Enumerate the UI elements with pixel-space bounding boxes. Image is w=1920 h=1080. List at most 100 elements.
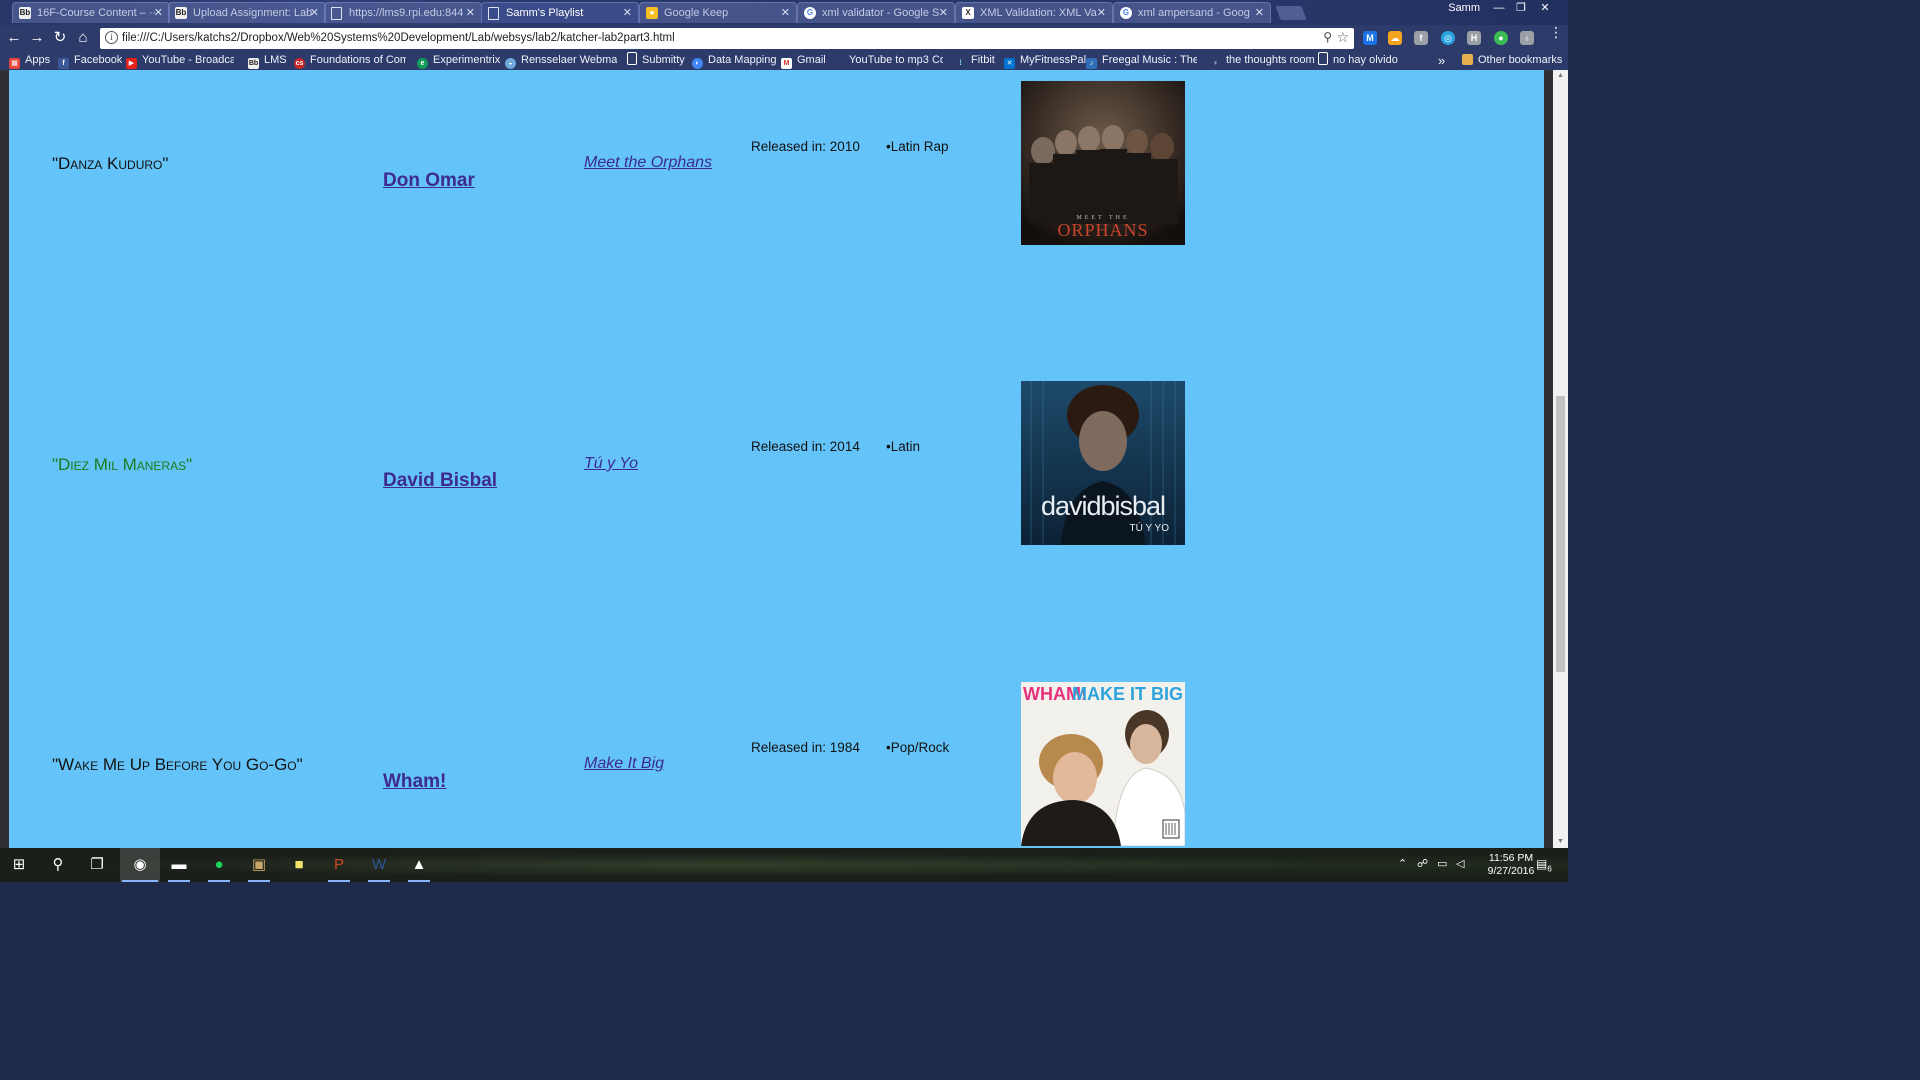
- album-link[interactable]: Meet the Orphans: [584, 154, 712, 172]
- facebook-icon: f: [58, 58, 69, 69]
- extension-cloud-icon[interactable]: ☁: [1388, 31, 1402, 45]
- bookmark-youtube-mp3[interactable]: YouTube to mp3 Con: [833, 52, 943, 70]
- notifications-icon[interactable]: ▤6: [1536, 857, 1552, 873]
- word-icon[interactable]: W: [366, 852, 392, 882]
- close-icon[interactable]: ✕: [781, 3, 790, 23]
- bookmark-apps[interactable]: ▦ Apps: [9, 52, 50, 70]
- bookmark-youtube[interactable]: ▶YouTube - Broadcast: [126, 52, 234, 70]
- url-text[interactable]: file:///C:/Users/katchs2/Dropbox/Web%20S…: [122, 28, 675, 49]
- blackboard-icon: Bb: [248, 58, 259, 69]
- extension-facebook-icon[interactable]: f: [1414, 31, 1428, 45]
- taskbar: ⊞ ⚲ ❐ ◉ ▬ ● ▣ ■ P W ▲: [0, 848, 1568, 882]
- bookmark-myfitnesspal[interactable]: ✕ MyFitnessPal: [1004, 52, 1086, 70]
- release-year: Released in: 1984: [751, 740, 860, 755]
- apps-grid-icon: ▦: [9, 58, 20, 69]
- bookmark-freegal[interactable]: ♪Freegal Music : The N: [1086, 52, 1197, 70]
- bookmark-gmail[interactable]: M Gmail: [781, 52, 826, 70]
- battery-icon[interactable]: ▭: [1437, 857, 1447, 870]
- close-icon[interactable]: ✕: [939, 3, 948, 23]
- extension-m-icon[interactable]: M: [1363, 31, 1377, 45]
- minimize-icon[interactable]: —: [1487, 0, 1511, 20]
- bookmark-star-icon[interactable]: ☆: [1336, 29, 1349, 46]
- tab-title: XML Validation: XML Va: [980, 7, 1097, 19]
- extension-globe-icon[interactable]: ◎: [1441, 31, 1455, 45]
- close-icon[interactable]: ✕: [1097, 3, 1106, 23]
- extension-bulb-icon[interactable]: ♁: [1520, 31, 1534, 45]
- network-icon[interactable]: ☍: [1417, 857, 1428, 870]
- task-view-icon[interactable]: ❐: [84, 852, 110, 878]
- bookmark-webmail[interactable]: ◒ Rensselaer Webmail: [505, 52, 617, 70]
- info-icon[interactable]: i: [105, 31, 118, 44]
- tab-title: xml validator - Google S: [822, 7, 940, 19]
- tab-lms[interactable]: https://lms9.rpi.edu:844 ✕: [324, 2, 482, 23]
- document-icon: [331, 7, 342, 20]
- document-icon: [627, 52, 637, 65]
- taskbar-clock[interactable]: 11:56 PM 9/27/2016: [1484, 852, 1538, 878]
- volume-icon[interactable]: ◁: [1456, 857, 1464, 870]
- close-icon[interactable]: ✕: [623, 3, 632, 23]
- bookmark-experimentrix[interactable]: e Experimentrix: [417, 52, 500, 70]
- album-link[interactable]: Make It Big: [584, 755, 664, 773]
- search-icon[interactable]: ⚲: [45, 852, 71, 878]
- photos-icon[interactable]: ▲: [406, 852, 432, 882]
- artist-link[interactable]: David Bisbal: [383, 470, 497, 492]
- bookmarks-overflow-icon[interactable]: »: [1438, 52, 1445, 70]
- tab-samms-playlist[interactable]: Samm's Playlist ✕: [481, 2, 639, 23]
- google-icon: G: [1120, 7, 1132, 19]
- sticky-notes-icon[interactable]: ■: [286, 852, 312, 878]
- close-icon[interactable]: ✕: [1255, 3, 1264, 23]
- close-window-icon[interactable]: ✕: [1533, 0, 1557, 20]
- tab-xml-validation[interactable]: X XML Validation: XML Va ✕: [955, 2, 1113, 23]
- scroll-down-icon[interactable]: ▼: [1556, 838, 1565, 845]
- tab-strip: Bb 16F-Course Content – ·· ✕ Bb Upload A…: [0, 0, 1568, 25]
- other-bookmarks[interactable]: Other bookmarks: [1462, 52, 1562, 70]
- address-bar[interactable]: i file:///C:/Users/katchs2/Dropbox/Web%2…: [100, 28, 1354, 49]
- new-tab-button[interactable]: [1275, 6, 1307, 20]
- bookmark-lms[interactable]: Bb LMS: [248, 52, 287, 70]
- powerpoint-icon[interactable]: P: [326, 852, 352, 882]
- album-link[interactable]: Tú y Yo: [584, 455, 638, 473]
- close-icon[interactable]: ✕: [466, 3, 475, 23]
- tab-upload-assignment[interactable]: Bb Upload Assignment: Lab ✕: [168, 2, 326, 23]
- tab-xml-validator[interactable]: G xml validator - Google S ✕: [797, 2, 955, 23]
- myfitnesspal-icon: ✕: [1004, 58, 1015, 69]
- bookmarks-bar: ▦Apps fFacebook ▶YouTube - Broadcast BbL…: [0, 52, 1568, 70]
- app-icon[interactable]: ▣: [246, 852, 272, 882]
- youtube-icon: ▶: [126, 58, 137, 69]
- scroll-up-icon[interactable]: ▲: [1556, 72, 1565, 79]
- tab-google-keep[interactable]: ● Google Keep ✕: [639, 2, 797, 23]
- forward-icon[interactable]: →: [27, 28, 47, 48]
- chrome-icon[interactable]: ◉: [120, 848, 160, 882]
- tab-xml-ampersand[interactable]: G xml ampersand - Goog ✕: [1113, 2, 1271, 23]
- artist-link[interactable]: Don Omar: [383, 170, 475, 192]
- extension-h-icon[interactable]: H: [1467, 31, 1481, 45]
- close-icon[interactable]: ✕: [154, 3, 163, 23]
- bookmark-no-hay-olvido[interactable]: no hay olvido: [1318, 52, 1398, 70]
- home-icon[interactable]: ⌂: [73, 28, 93, 48]
- profile-name[interactable]: Samm: [1448, 2, 1480, 14]
- bookmark-submitty[interactable]: Submitty: [627, 52, 685, 70]
- menu-icon[interactable]: ⋮: [1549, 25, 1563, 39]
- file-explorer-icon[interactable]: ▬: [166, 852, 192, 882]
- bookmark-data-mapping[interactable]: ◐ Data Mapping: [692, 52, 777, 70]
- windows-start-icon[interactable]: ⊞: [6, 852, 32, 878]
- tab-course-content[interactable]: Bb 16F-Course Content – ·· ✕: [12, 2, 170, 23]
- bookmark-facebook[interactable]: f Facebook: [58, 52, 122, 70]
- bookmark-fitbit[interactable]: ⁞ Fitbit: [955, 52, 995, 70]
- scrollbar-thumb[interactable]: [1556, 396, 1565, 672]
- artist-link[interactable]: Wham!: [383, 771, 446, 793]
- bookmark-thoughts-room[interactable]: ♀ the thoughts room: [1210, 52, 1315, 70]
- spotify-icon[interactable]: ●: [206, 852, 232, 882]
- zoom-icon[interactable]: ⚲: [1323, 30, 1332, 44]
- song-title: "Wake Me Up Before You Go-Go": [52, 755, 303, 774]
- genre: •Latin Rap: [886, 139, 949, 154]
- extension-green-icon[interactable]: ●: [1494, 31, 1508, 45]
- close-icon[interactable]: ✕: [310, 3, 319, 23]
- restore-icon[interactable]: ❐: [1509, 0, 1533, 20]
- bookmark-foundations[interactable]: cs Foundations of Comp: [294, 52, 406, 70]
- tray-chevron-icon[interactable]: ⌃: [1398, 857, 1407, 870]
- reload-icon[interactable]: ↻: [50, 28, 70, 48]
- song-title: "Danza Kuduro": [52, 154, 169, 173]
- back-icon[interactable]: ←: [4, 28, 24, 48]
- clock-date: 9/27/2016: [1487, 865, 1535, 877]
